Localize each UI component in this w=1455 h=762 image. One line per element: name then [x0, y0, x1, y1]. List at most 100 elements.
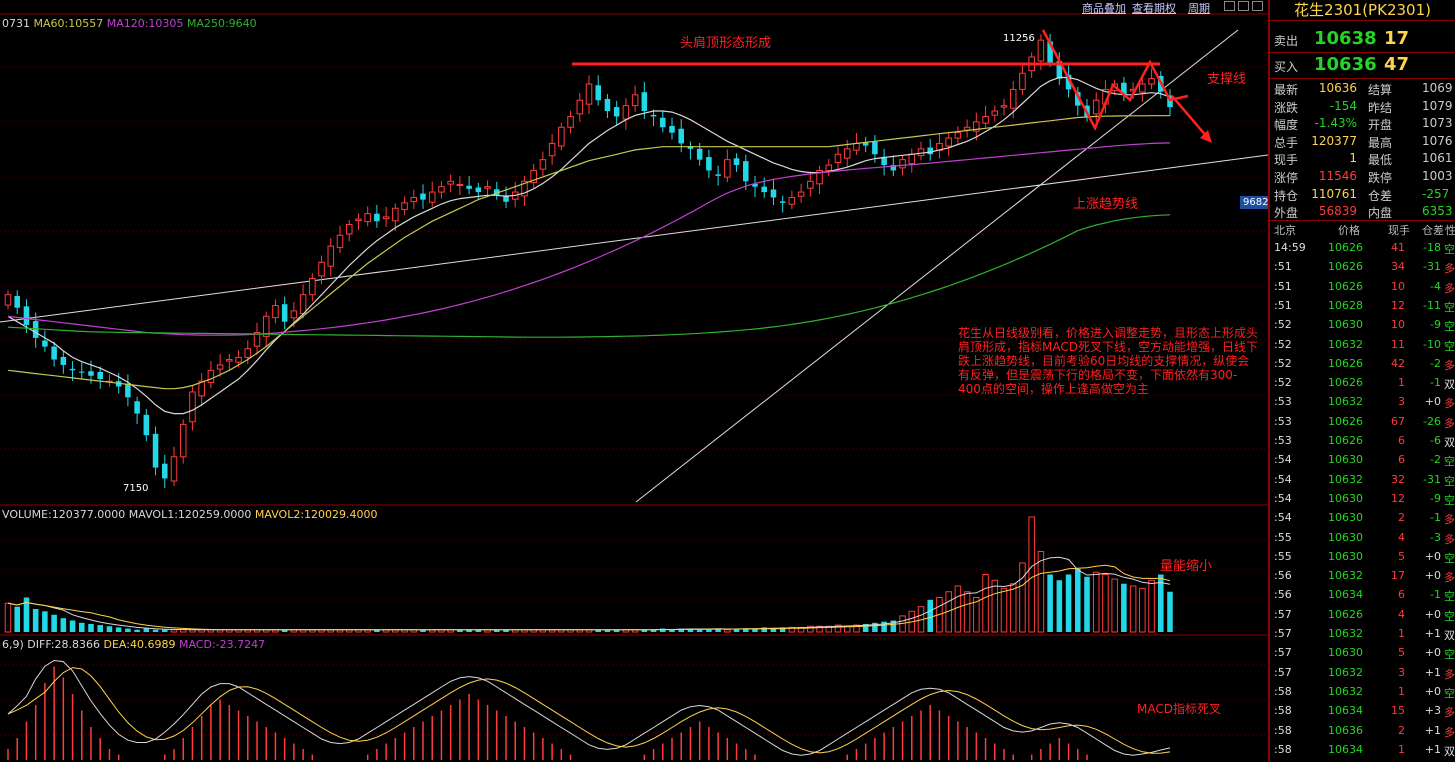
tick-oi: +1 [1424, 627, 1441, 640]
candle-body [733, 158, 740, 166]
quote-label: 总手 [1274, 135, 1299, 150]
candle-body [207, 369, 215, 383]
tick-row[interactable]: :52 10630 10 -9 空 [1272, 315, 1455, 334]
minimize-icon[interactable] [1224, 1, 1235, 11]
tick-header: 北京 价格 现手 仓差 性 [1272, 221, 1455, 237]
tick-row[interactable]: :52 10626 1 -1 双 [1272, 373, 1455, 392]
panel-divider [1270, 78, 1455, 79]
candle-body [69, 368, 76, 371]
diff-line [7, 659, 1171, 756]
tick-row[interactable]: :55 10630 5 +0 空 [1272, 547, 1455, 566]
tick-row[interactable]: :55 10630 4 -3 多 [1272, 528, 1455, 547]
tick-qty: 41 [1391, 241, 1405, 254]
tick-price: 10626 [1328, 376, 1363, 390]
quote-value: 1079 [1422, 98, 1453, 113]
close-icon[interactable] [1252, 1, 1263, 11]
tick-qty: 67 [1391, 414, 1405, 428]
tick-row[interactable]: :58 10636 2 +1 多 [1272, 721, 1455, 740]
tick-row[interactable]: :51 10626 34 -31 多 [1272, 257, 1455, 276]
tick-nature: 空 [1444, 493, 1455, 507]
candle-body [779, 201, 786, 203]
candle-body [420, 193, 426, 200]
tick-row[interactable]: :57 10632 1 +1 双 [1272, 624, 1455, 643]
tick-nature: 多 [1444, 532, 1455, 546]
tick-time: :54 [1274, 511, 1292, 525]
tick-price: 10634 [1328, 588, 1363, 602]
tick-row[interactable]: :57 10630 5 +0 空 [1272, 643, 1455, 662]
candle-body [660, 117, 666, 128]
tick-row[interactable]: :52 10632 11 -10 空 [1272, 335, 1455, 354]
tick-qty: 10 [1391, 279, 1405, 293]
tick-time: :53 [1274, 395, 1292, 409]
tick-row[interactable]: :58 10634 1 +1 双 [1272, 740, 1455, 759]
tick-row[interactable]: :53 10626 6 -6 双 [1272, 431, 1455, 450]
tick-qty: 1 [1398, 742, 1405, 756]
quote-label: 跌停 [1368, 171, 1393, 185]
candle-body [438, 186, 445, 193]
candle-body [345, 223, 353, 235]
period-menu[interactable]: 周期 [1188, 0, 1210, 16]
tick-row[interactable]: :53 10632 3 +0 多 [1272, 392, 1455, 411]
candle-body [982, 115, 989, 124]
tick-oi: -18 [1423, 241, 1441, 254]
tick-price: 10630 [1328, 318, 1363, 332]
tick-row[interactable]: :54 10632 32 -31 空 [1272, 470, 1455, 489]
tick-row[interactable]: :56 10634 6 -1 空 [1272, 585, 1455, 604]
candle-body [669, 125, 675, 133]
restore-icon[interactable] [1238, 1, 1249, 11]
candle-body [908, 153, 916, 165]
tick-row[interactable]: :58 10632 1 +0 空 [1272, 682, 1455, 701]
volume-bar [115, 627, 122, 632]
candle-body [475, 187, 482, 193]
options-menu[interactable]: 查看期权 [1132, 0, 1176, 16]
tick-row[interactable]: :54 10630 2 -1 多 [1272, 508, 1455, 527]
tick-row[interactable]: :56 10632 17 +0 多 [1272, 566, 1455, 585]
tick-row[interactable]: :52 10626 42 -2 多 [1272, 354, 1455, 373]
candle-body [428, 191, 436, 203]
overlay-menu[interactable]: 商品叠加 [1082, 0, 1126, 16]
candle-body [1092, 99, 1100, 115]
tick-row[interactable]: :57 10632 3 +1 多 [1272, 663, 1455, 682]
ma60-label: MA60:10557 [33, 17, 104, 30]
tick-nature: 多 [1444, 262, 1455, 276]
quote-label: 最新 [1274, 83, 1299, 97]
tick-nature: 空 [1444, 648, 1455, 662]
ma-legend: 0731 MA60:10557 MA120:10305 MA250:9640 [2, 17, 257, 30]
candle-body [216, 364, 224, 370]
candle-body [60, 356, 67, 365]
candle-body [51, 346, 57, 360]
tick-row[interactable]: :51 10628 12 -11 空 [1272, 296, 1455, 315]
tick-row[interactable]: :57 10626 4 +0 空 [1272, 605, 1455, 624]
mavol2-label: MAVOL2:120029.4000 [254, 508, 378, 521]
volume-bar [1065, 574, 1072, 632]
tick-qty: 5 [1398, 646, 1405, 660]
tick-nature: 多 [1444, 571, 1455, 585]
tick-row[interactable]: :53 10626 67 -26 多 [1272, 412, 1455, 431]
tick-nature: 双 [1444, 378, 1455, 392]
tick-row[interactable]: :51 10626 10 -4 多 [1272, 277, 1455, 296]
tick-price: 10626 [1328, 434, 1363, 447]
candle-body [927, 147, 933, 155]
ask-row[interactable]: 卖出 10638 17 [1274, 26, 1454, 52]
tick-time: :56 [1274, 588, 1292, 602]
candle-body [954, 132, 962, 139]
candle-body [650, 114, 657, 117]
kline-chart-area[interactable]: 0731 MA60:10557 MA120:10305 MA250:9640 商… [0, 0, 1268, 762]
tick-time: :52 [1274, 318, 1292, 332]
tick-oi: +1 [1424, 665, 1441, 679]
tick-nature: 空 [1444, 320, 1455, 334]
ask-label: 卖出 [1274, 34, 1299, 48]
tick-qty: 1 [1398, 627, 1405, 640]
tick-row[interactable]: :58 10634 15 +3 多 [1272, 701, 1455, 720]
candle-body [125, 383, 131, 398]
candle-body [807, 180, 814, 189]
tick-row[interactable]: 14:59 10626 41 -18 空 [1272, 238, 1455, 257]
quote-value: 1061 [1422, 151, 1453, 166]
tick-row[interactable]: :54 10630 6 -2 空 [1272, 450, 1455, 469]
tick-time: :53 [1274, 414, 1292, 428]
candle-body [162, 463, 168, 479]
tick-nature: 空 [1444, 551, 1455, 565]
bid-row[interactable]: 买入 10636 47 [1274, 52, 1454, 78]
tick-row[interactable]: :54 10630 12 -9 空 [1272, 489, 1455, 508]
tick-oi: -6 [1430, 434, 1441, 447]
